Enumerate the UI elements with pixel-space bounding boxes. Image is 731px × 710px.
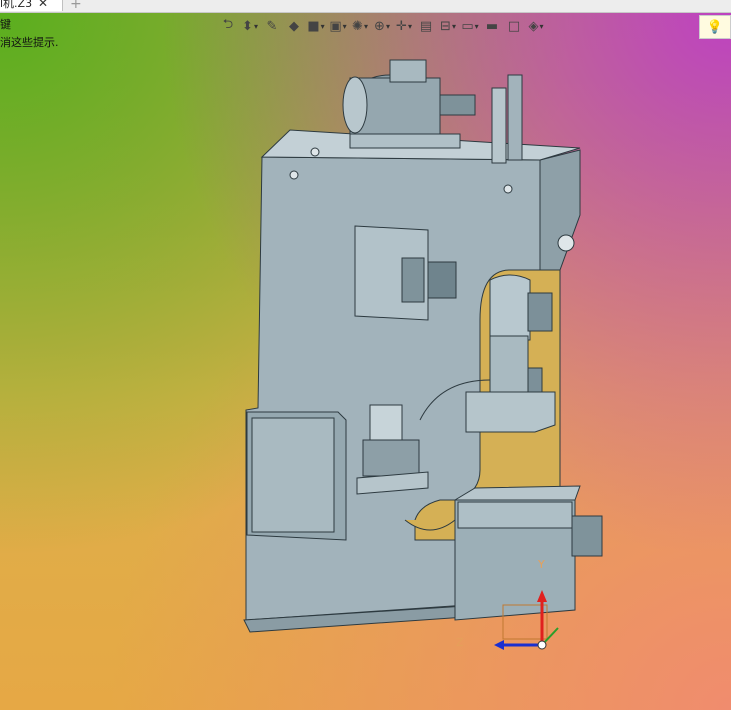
assembly-icon[interactable]: ▣ ▾ bbox=[328, 15, 348, 37]
sketch-pen-icon[interactable]: ✎ bbox=[262, 15, 282, 37]
hydraulic-tank bbox=[369, 404, 403, 441]
clip-plane-icon[interactable]: ⊟ ▾ bbox=[438, 15, 458, 37]
close-icon[interactable]: ✕ bbox=[38, 0, 48, 10]
servo-motor bbox=[527, 292, 553, 332]
zoom-icon[interactable]: ⊕ ▾ bbox=[372, 15, 392, 37]
3d-viewport[interactable]: Z Y bbox=[0, 12, 731, 710]
cube-icon[interactable]: ■ ▾ bbox=[306, 15, 326, 37]
plus-icon[interactable]: + bbox=[70, 0, 82, 12]
line-style-icon[interactable]: ▬ bbox=[482, 15, 502, 37]
axis-icon[interactable]: ✛ ▾ bbox=[394, 15, 414, 37]
light-bulb-icon[interactable]: 💡 bbox=[699, 15, 731, 39]
axis-z-label: Z bbox=[456, 636, 464, 649]
view-back-icon[interactable]: ⮌ bbox=[218, 15, 238, 37]
section-icon[interactable]: ▤ bbox=[416, 15, 436, 37]
model-canvas[interactable]: Z Y bbox=[0, 12, 731, 710]
tab-title: l机.Z3 bbox=[0, 0, 33, 10]
view-toolbar: ⮌ ⬍ ▾ ✎ ◆ ■ ▾ ▣ ▾ ✺ ▾ ⊕ ▾ ✛ ▾ ▤ ⊟ ▾ ▭ ▾ ▬ □ ◈ ▾ 💡 bbox=[218, 14, 731, 39]
hint-line-1: 键 bbox=[0, 18, 11, 31]
color-swatch-icon[interactable]: □ bbox=[504, 15, 524, 37]
hint-line-2: 消这些提示. bbox=[0, 36, 59, 49]
cylinder bbox=[491, 87, 507, 164]
part-icon[interactable]: ◆ bbox=[284, 15, 304, 37]
tab-bar: l机.Z3 ✕ + bbox=[0, 0, 731, 13]
document-tab[interactable]: l机.Z3 ✕ bbox=[0, 0, 63, 11]
frame-side bbox=[539, 149, 581, 281]
wheel-icon[interactable]: ✺ ▾ bbox=[350, 15, 370, 37]
render-style-icon[interactable]: ◈ ▾ bbox=[526, 15, 546, 37]
display-icon[interactable]: ▭ ▾ bbox=[460, 15, 480, 37]
axis-y-label: Y bbox=[537, 558, 545, 571]
ram-head bbox=[465, 391, 556, 433]
pick-filter-icon[interactable]: ⬍ ▾ bbox=[240, 15, 260, 37]
